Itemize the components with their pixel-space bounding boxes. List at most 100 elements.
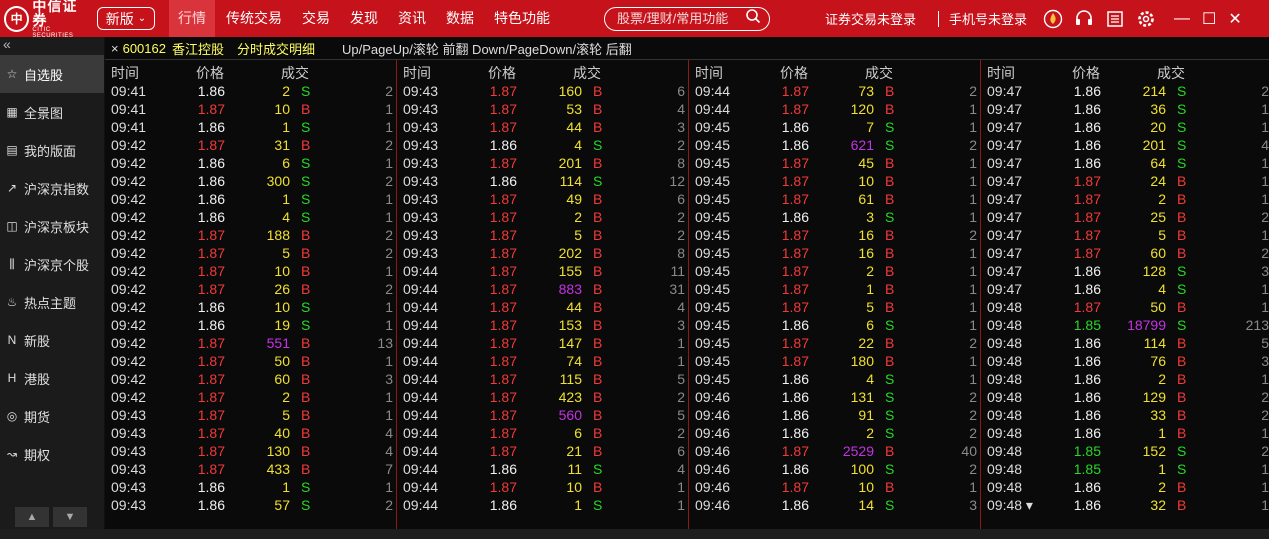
trade-login-link[interactable]: 证券交易未登录 bbox=[825, 9, 916, 28]
headset-icon[interactable] bbox=[1074, 9, 1094, 29]
nav-tab[interactable]: 特色功能 bbox=[485, 0, 559, 37]
direction-cell: B bbox=[301, 461, 311, 477]
nav-tab[interactable]: 资讯 bbox=[389, 0, 435, 37]
count-cell: 1 bbox=[969, 281, 977, 297]
direction-cell: B bbox=[885, 227, 895, 243]
sidebar-item[interactable]: N 新股 bbox=[0, 321, 104, 359]
count-cell: 1 bbox=[385, 263, 393, 279]
divider bbox=[938, 10, 940, 27]
count-cell: 1 bbox=[1261, 155, 1269, 171]
sidebar-item[interactable]: ↝ 期权 bbox=[0, 435, 104, 473]
table-row: 09:48 1.86 2 B 1 bbox=[981, 370, 1269, 388]
price-cell: 1.86 bbox=[197, 209, 225, 225]
price-cell: 1.86 bbox=[197, 155, 225, 171]
search-icon[interactable] bbox=[745, 8, 761, 29]
page-up-button[interactable]: ▲ bbox=[15, 507, 49, 527]
volume-cell: 128 bbox=[1142, 263, 1166, 279]
direction-cell: S bbox=[301, 119, 311, 135]
table-row: 09:43 1.87 201 B 8 bbox=[397, 154, 688, 172]
nav-tab[interactable]: 传统交易 bbox=[217, 0, 291, 37]
search-box[interactable] bbox=[604, 6, 770, 31]
table-row: 09:48 1.86 76 B 3 bbox=[981, 352, 1269, 370]
sidebar-item[interactable]: ▤ 我的版面 bbox=[0, 131, 104, 169]
table-row: 09:45 1.86 4 S 1 bbox=[689, 370, 980, 388]
tick-column: 时间 价格 成交 09:47 1.86 214 S 2 09:47 1.86 36 S 1 09:47 1.… bbox=[981, 60, 1269, 530]
price-cell: 1.87 bbox=[489, 83, 517, 99]
search-input[interactable] bbox=[617, 11, 742, 26]
tick-detail-table[interactable]: 时间 价格 成交 09:41 1.86 2 S 2 09:41 1.87 10 B 1 09:41 1.86… bbox=[105, 59, 1269, 530]
time-cell: 09:44 bbox=[403, 479, 439, 495]
time-cell: 09:48 bbox=[987, 443, 1023, 459]
direction-cell: B bbox=[593, 317, 603, 333]
time-cell: 09:43 bbox=[111, 479, 147, 495]
price-cell: 1.87 bbox=[781, 173, 809, 189]
sidebar-item[interactable]: H 港股 bbox=[0, 359, 104, 397]
sidebar-item[interactable]: ☆ 自选股 bbox=[0, 55, 104, 93]
table-row: 09:46 1.86 100 S 2 bbox=[689, 460, 980, 478]
table-row: 09:42 1.87 551 B 13 bbox=[105, 334, 396, 352]
volume-cell: 5 bbox=[282, 407, 290, 423]
fire-icon[interactable] bbox=[1043, 9, 1063, 29]
price-cell: 1.87 bbox=[489, 389, 517, 405]
time-cell: 09:44 bbox=[403, 353, 439, 369]
sidebar-item[interactable]: ↗ 沪深京指数 bbox=[0, 169, 104, 207]
table-row: 09:48 1.86 1 B 1 bbox=[981, 424, 1269, 442]
count-cell: 1 bbox=[1261, 461, 1269, 477]
volume-cell: 53 bbox=[566, 101, 582, 117]
count-cell: 3 bbox=[677, 119, 685, 135]
sidebar-item[interactable]: ◎ 期货 bbox=[0, 397, 104, 435]
document-icon[interactable] bbox=[1105, 9, 1125, 29]
time-cell: 09:41 bbox=[111, 101, 147, 117]
table-row: 09:45 1.87 16 B 1 bbox=[689, 244, 980, 262]
price-cell: 1.87 bbox=[489, 479, 517, 495]
price-cell: 1.87 bbox=[489, 155, 517, 171]
table-row: 09:41 1.86 2 S 2 bbox=[105, 82, 396, 100]
nav-tab[interactable]: 数据 bbox=[437, 0, 483, 37]
column-header: 时间 价格 成交 bbox=[105, 60, 396, 82]
close-tab-icon[interactable]: × bbox=[111, 41, 119, 56]
count-cell: 1 bbox=[969, 299, 977, 315]
nav-tab[interactable]: 发现 bbox=[341, 0, 387, 37]
price-cell: 1.86 bbox=[489, 137, 517, 153]
table-row: 09:43 1.87 130 B 4 bbox=[105, 442, 396, 460]
volume-cell: 11 bbox=[567, 461, 582, 477]
sidebar-item[interactable]: ◫ 沪深京板块 bbox=[0, 207, 104, 245]
price-cell: 1.86 bbox=[197, 497, 225, 513]
table-row: 09:44 1.87 44 B 4 bbox=[397, 298, 688, 316]
price-cell: 1.87 bbox=[781, 83, 809, 99]
direction-cell: S bbox=[593, 173, 603, 189]
price-cell: 1.87 bbox=[781, 263, 809, 279]
sidebar-item[interactable]: ▦ 全景图 bbox=[0, 93, 104, 131]
count-cell: 2 bbox=[1261, 245, 1269, 261]
nav-tab[interactable]: 交易 bbox=[293, 0, 339, 37]
time-cell: 09:47 bbox=[987, 281, 1023, 297]
time-cell: 09:46 bbox=[695, 389, 731, 405]
price-cell: 1.86 bbox=[781, 137, 809, 153]
new-version-button[interactable]: 新版 ⌄ bbox=[97, 7, 155, 30]
table-row: 09:43 1.86 57 S 2 bbox=[105, 496, 396, 514]
direction-cell: B bbox=[885, 443, 895, 459]
stock-name: 香江控股 bbox=[171, 41, 224, 57]
app-logo[interactable]: 中 中信证券 CITIC SECURITIES bbox=[0, 0, 92, 39]
phone-login-link[interactable]: 手机号未登录 bbox=[949, 9, 1027, 28]
direction-cell: B bbox=[301, 263, 311, 279]
collapse-sidebar-button[interactable]: « bbox=[0, 37, 104, 55]
price-cell: 1.87 bbox=[781, 191, 809, 207]
volume-cell: 3 bbox=[866, 209, 874, 225]
count-cell: 3 bbox=[1261, 353, 1269, 369]
direction-cell: S bbox=[1177, 281, 1187, 297]
direction-cell: B bbox=[885, 173, 895, 189]
page-down-button[interactable]: ▼ bbox=[53, 507, 87, 527]
minimize-button[interactable]: — bbox=[1174, 10, 1190, 28]
sidebar-item[interactable]: ⫼ 沪深京个股 bbox=[0, 245, 104, 283]
maximize-button[interactable]: ☐ bbox=[1202, 9, 1216, 29]
gear-icon[interactable] bbox=[1136, 9, 1156, 29]
time-cell: 09:47 bbox=[987, 137, 1023, 153]
nav-tab[interactable]: 行情 bbox=[169, 0, 215, 37]
count-cell: 4 bbox=[677, 101, 685, 117]
sidebar-item[interactable]: ♨ 热点主题 bbox=[0, 283, 104, 321]
price-cell: 1.87 bbox=[197, 425, 225, 441]
close-button[interactable]: ✕ bbox=[1228, 9, 1241, 29]
volume-cell: 20 bbox=[1150, 119, 1166, 135]
count-cell: 1 bbox=[385, 299, 393, 315]
